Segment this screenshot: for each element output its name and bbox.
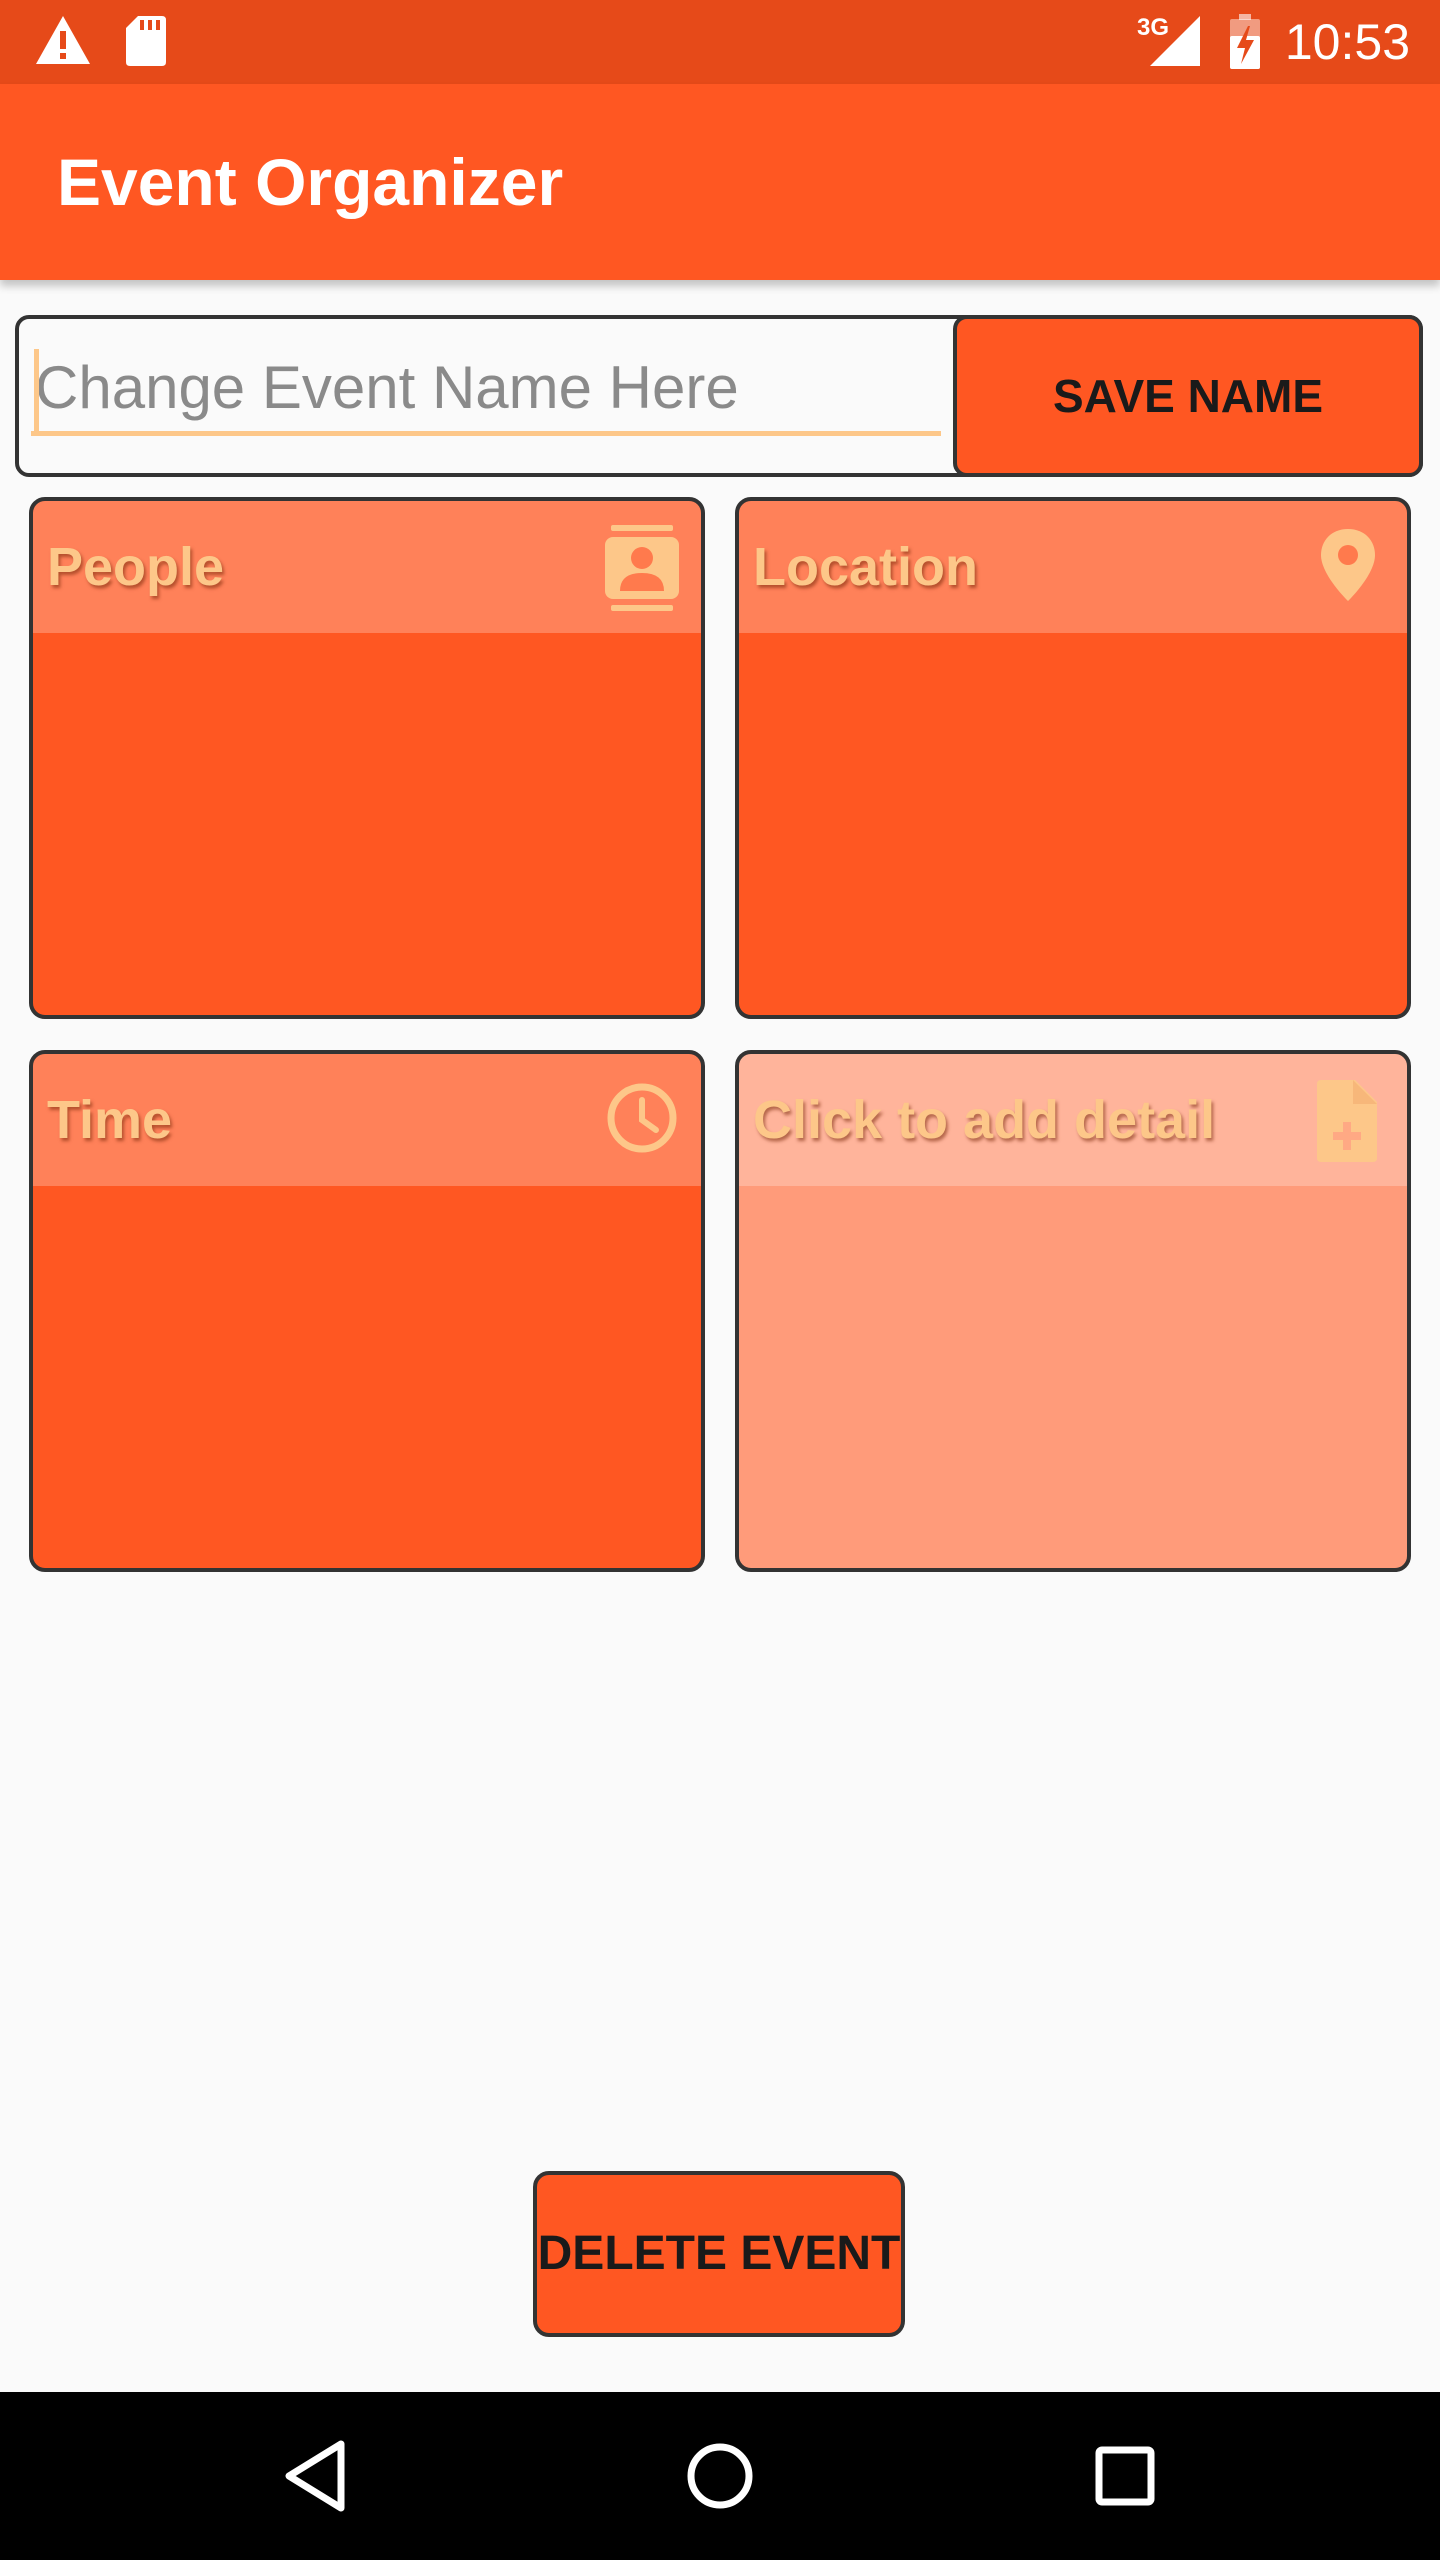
app-bar: Event Organizer xyxy=(0,84,1440,280)
contacts-icon xyxy=(605,525,679,611)
tile-label-location: Location xyxy=(753,537,978,597)
navigation-bar xyxy=(0,2392,1440,2560)
signal-icon xyxy=(1150,16,1200,66)
clock-icon xyxy=(607,1083,677,1153)
status-time: 10:53 xyxy=(1284,14,1410,70)
app-title: Event Organizer xyxy=(57,145,564,219)
location-pin-icon xyxy=(1321,529,1375,601)
battery-charging-icon xyxy=(1230,14,1260,69)
save-name-button[interactable]: SAVE NAME xyxy=(953,315,1423,477)
tile-label-add-detail: Click to add detail xyxy=(753,1090,1216,1150)
back-icon[interactable] xyxy=(265,2426,365,2526)
tile-add-detail[interactable]: Click to add detail xyxy=(735,1050,1411,1572)
tile-label-time: Time xyxy=(47,1090,173,1150)
recents-icon[interactable] xyxy=(1075,2426,1175,2526)
event-name-input[interactable] xyxy=(31,344,941,436)
tile-label-people: People xyxy=(47,537,225,597)
status-bar: 3G 10:53 xyxy=(0,0,1440,84)
sd-card-icon xyxy=(126,16,166,66)
delete-event-button[interactable]: DELETE EVENT xyxy=(533,2171,905,2337)
tile-time[interactable]: Time xyxy=(29,1050,705,1572)
tile-people[interactable]: People xyxy=(29,497,705,1019)
warning-icon xyxy=(36,16,90,64)
text-cursor xyxy=(34,349,39,431)
event-name-row: SAVE NAME xyxy=(15,315,1423,477)
add-document-icon xyxy=(1317,1080,1377,1162)
tile-location[interactable]: Location xyxy=(735,497,1411,1019)
home-icon[interactable] xyxy=(670,2426,770,2526)
